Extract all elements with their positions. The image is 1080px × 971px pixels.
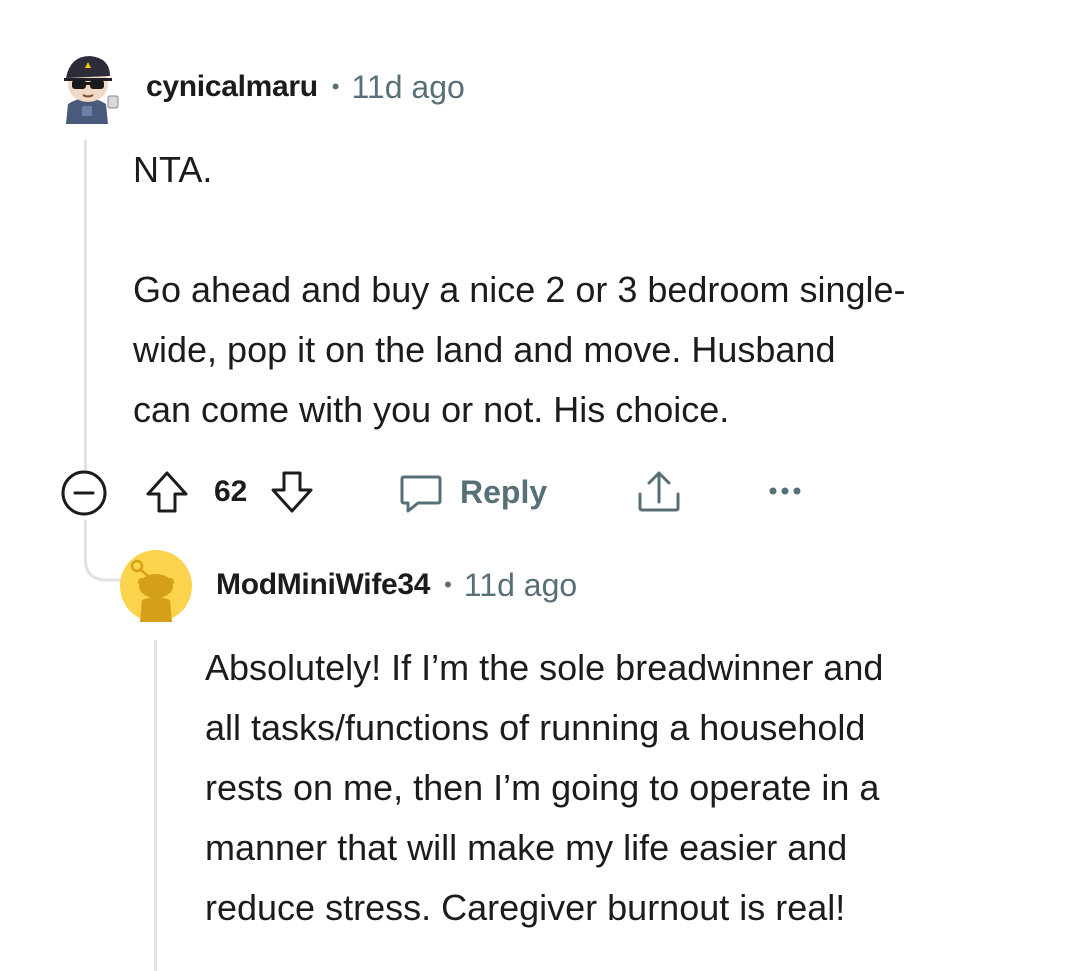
upvote-arrow-icon bbox=[146, 471, 188, 513]
vote-count: 62 bbox=[214, 475, 248, 508]
reply-button[interactable]: Reply bbox=[396, 464, 547, 520]
reply-thread-line bbox=[154, 640, 157, 971]
reply-line: rests on me, then I’m going to operate i… bbox=[205, 767, 880, 808]
user-avatar[interactable] bbox=[52, 48, 122, 124]
username[interactable]: cynicalmaru bbox=[146, 70, 318, 104]
comment-body: NTA. Go ahead and buy a nice 2 or 3 bedr… bbox=[133, 140, 1053, 440]
reply-user-avatar[interactable] bbox=[120, 550, 192, 622]
share-icon bbox=[638, 471, 680, 512]
downvote-arrow-icon bbox=[271, 471, 313, 513]
comment-header: cynicalmaru • 11d ago bbox=[146, 64, 465, 110]
reply-label: Reply bbox=[460, 473, 548, 510]
speech-bubble-icon bbox=[400, 475, 442, 513]
more-options-button[interactable] bbox=[766, 476, 806, 506]
reply-header: ModMiniWife34 • 11d ago bbox=[216, 562, 577, 608]
reply-line: reduce stress. Caregiver burnout is real… bbox=[205, 887, 846, 928]
comment-line: Go ahead and buy a nice 2 or 3 bedroom s… bbox=[133, 269, 906, 310]
reply-line: manner that will make my life easier and bbox=[205, 827, 848, 868]
reply-body: Absolutely! If I’m the sole breadwinner … bbox=[205, 638, 1065, 938]
more-options-icon bbox=[769, 487, 801, 495]
share-button[interactable] bbox=[632, 464, 686, 518]
timestamp: 11d ago bbox=[351, 68, 465, 105]
collapse-button[interactable] bbox=[59, 468, 109, 518]
reply-username[interactable]: ModMiniWife34 bbox=[216, 568, 430, 602]
meta-separator: • bbox=[331, 74, 340, 99]
collapse-minus-icon bbox=[61, 470, 107, 516]
thread-line bbox=[84, 140, 87, 470]
reply-line: all tasks/functions of running a househo… bbox=[205, 707, 866, 748]
vote-bar: 62 bbox=[142, 464, 317, 520]
reply-meta-separator: • bbox=[444, 572, 452, 597]
reply-timestamp: 11d ago bbox=[463, 566, 578, 603]
comment-line: NTA. bbox=[133, 149, 213, 190]
downvote-button[interactable] bbox=[267, 467, 317, 517]
comment-line: wide, pop it on the land and move. Husba… bbox=[133, 329, 836, 370]
reply-line: Absolutely! If I’m the sole breadwinner … bbox=[205, 647, 884, 688]
comment-line: can come with you or not. His choice. bbox=[133, 389, 730, 430]
upvote-button[interactable] bbox=[142, 467, 192, 517]
